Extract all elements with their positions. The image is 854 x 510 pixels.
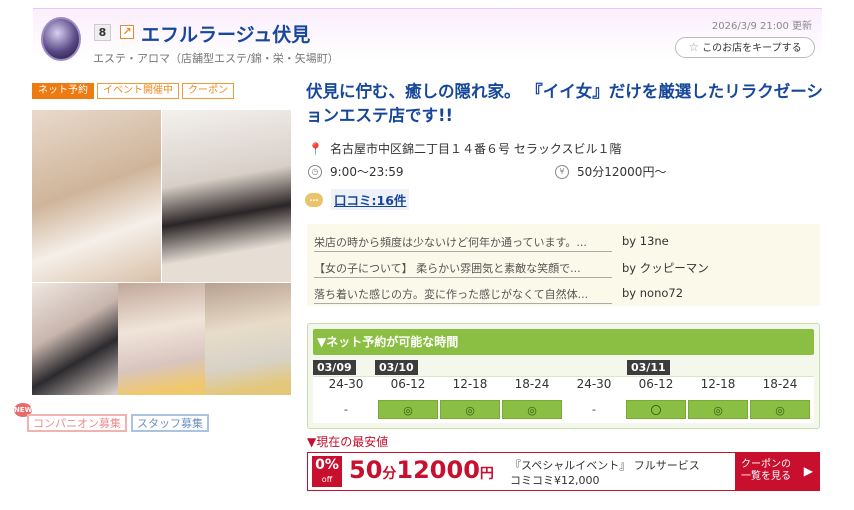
review-count-link[interactable]: 口コミ:16件 <box>331 189 410 210</box>
price-row: ¥ 50分12000円〜 <box>555 163 666 180</box>
companion-recruit-button[interactable]: コンパニオン募集 <box>27 414 127 432</box>
date-label: 03/09 <box>313 360 356 375</box>
external-link-icon[interactable]: ↗ <box>120 25 134 39</box>
review-summary: … 口コミ:16件 <box>305 189 410 210</box>
slot-unavailable: - <box>344 403 348 416</box>
staff-recruit-button[interactable]: スタッフ募集 <box>131 414 209 432</box>
staff-photo-2[interactable] <box>162 110 291 282</box>
shop-header: 8 ↗ エフルラージュ伏見 エステ・アロマ（店舗型エステ/錦・栄・矢場町） 20… <box>33 8 822 68</box>
review-list: 栄店の時から頻度は少ないけど何年か通っています。... by 13ne 【女の子… <box>307 224 820 306</box>
tag-coupon: クーポン <box>182 83 234 99</box>
reservation-panel: ▼ネット予約が可能な時間 03/09 03/10 03/11 24-30 06-… <box>307 323 820 429</box>
reservation-title: ▼ネット予約が可能な時間 <box>313 329 814 355</box>
keep-shop-button[interactable]: ☆ このお店をキープする <box>675 37 815 58</box>
keep-label: このお店をキープする <box>702 43 802 54</box>
slot-time: 18-24 <box>514 377 550 391</box>
feature-tags: ネット予約 イベント開催中 クーポン <box>32 83 234 99</box>
hours-row: ◷ 9:00〜23:59 <box>308 163 404 180</box>
updated-timestamp: 2026/3/9 21:00 更新 <box>711 21 812 32</box>
slot-unavailable: - <box>592 403 596 416</box>
review-item: 栄店の時から頻度は少ないけど何年か通っています。... by 13ne <box>314 234 669 255</box>
slot-time: 24-30 <box>576 377 612 391</box>
discount-percent: 0% <box>315 457 339 473</box>
staff-photo-4[interactable] <box>118 283 205 395</box>
date-label: 03/11 <box>627 360 670 375</box>
lowest-price-box[interactable]: 0% off 50分12000円 『スペシャルイベント』 フルサービス コミコミ… <box>307 452 820 491</box>
shop-name-link[interactable]: エフルラージュ伏見 <box>141 20 310 47</box>
slot-available-button[interactable]: ◎ <box>750 400 810 419</box>
slot-time: 24-30 <box>328 377 364 391</box>
review-author: by 13ne <box>622 234 669 248</box>
minutes-unit: 分 <box>382 466 397 482</box>
speech-bubble-icon: … <box>305 192 323 207</box>
clock-icon: ◷ <box>308 164 322 179</box>
staff-photo-5[interactable] <box>205 283 291 395</box>
price-text: 50分12000円〜 <box>577 165 667 179</box>
shop-genre: エステ・アロマ（店舗型エステ/錦・栄・矢場町） <box>93 52 339 65</box>
course-description: 『スペシャルイベント』 フルサービス コミコミ¥12,000 <box>510 458 700 488</box>
lowest-price-value: 50分12000円 <box>349 456 494 484</box>
tag-net-reservation: ネット予約 <box>32 83 94 99</box>
slot-available-button[interactable]: ◎ <box>440 400 500 419</box>
slot-available-button[interactable]: 〇 <box>626 400 686 419</box>
lowest-price-title: ▼現在の最安値 <box>307 435 389 449</box>
discount-label: off <box>321 475 333 484</box>
slot-time: 12-18 <box>452 377 488 391</box>
hours-text: 9:00〜23:59 <box>330 165 404 179</box>
catch-copy-link[interactable]: 伏見に佇む、癒しの隠れ家。 『イイ女』だけを厳選したリラクゼーションエステ店です… <box>306 80 826 128</box>
slot-available-button[interactable]: ◎ <box>502 400 562 419</box>
slot-time: 12-18 <box>700 377 736 391</box>
course-name: 『スペシャルイベント』 フルサービス <box>510 459 700 472</box>
play-arrow-icon: ▶ <box>803 464 813 478</box>
coupon-list-button[interactable]: クーポンの 一覧を見る ▶ <box>735 453 819 490</box>
star-icon: ☆ <box>688 40 700 54</box>
review-text-link[interactable]: 【女の子について】 柔らかい雰囲気と素敵な笑顔で... <box>314 260 612 278</box>
review-text-link[interactable]: 栄店の時から頻度は少ないけど何年か通っています。... <box>314 234 612 252</box>
course-total: コミコミ¥12,000 <box>510 474 600 487</box>
slot-time: 06-12 <box>390 377 426 391</box>
slot-time: 18-24 <box>762 377 798 391</box>
address-row: 📍 名古屋市中区錦二丁目１４番６号 セラックスビル１階 <box>308 140 621 157</box>
review-item: 【女の子について】 柔らかい雰囲気と素敵な笑顔で... by クッピーマン <box>314 260 709 281</box>
slot-available-button[interactable]: ◎ <box>378 400 438 419</box>
yen-icon: ¥ <box>555 164 569 179</box>
review-text-link[interactable]: 落ち着いた感じの方。変に作った感じがなくて自然体... <box>314 286 612 304</box>
map-pin-icon: 📍 <box>308 141 323 156</box>
course-price: 12000 <box>396 456 480 484</box>
address-text: 名古屋市中区錦二丁目１４番６号 セラックスビル１階 <box>330 142 622 156</box>
slot-time: 06-12 <box>638 377 674 391</box>
review-author: by nono72 <box>622 286 684 300</box>
course-minutes: 50 <box>349 456 383 484</box>
shop-logo[interactable] <box>41 17 81 61</box>
price-unit: 円 <box>479 466 494 482</box>
rank-badge: 8 <box>94 24 111 41</box>
tag-event: イベント開催中 <box>97 83 179 99</box>
review-author: by クッピーマン <box>622 261 709 275</box>
slot-available-button[interactable]: ◎ <box>688 400 748 419</box>
review-item: 落ち着いた感じの方。変に作った感じがなくて自然体... by nono72 <box>314 286 683 307</box>
discount-badge: 0% off <box>312 456 342 487</box>
staff-photo-3[interactable] <box>32 283 118 395</box>
date-label: 03/10 <box>375 360 418 375</box>
staff-photo-1[interactable] <box>32 110 161 282</box>
